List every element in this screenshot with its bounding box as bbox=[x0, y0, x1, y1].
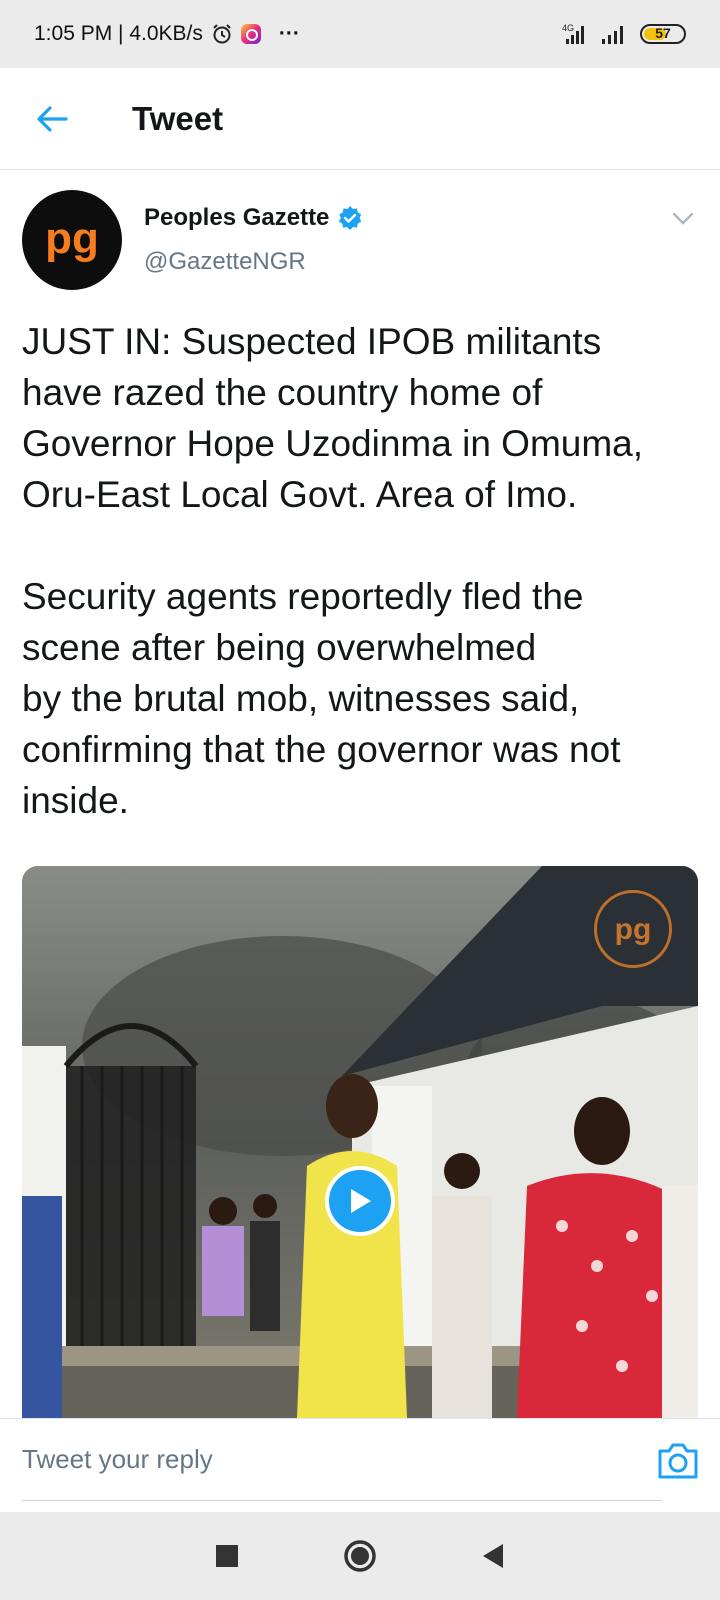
instagram-icon bbox=[240, 24, 261, 44]
author-name[interactable]: Peoples Gazette bbox=[144, 204, 329, 232]
system-navigation-bar bbox=[0, 1512, 720, 1600]
tweet-paragraph-1: JUST IN: Suspected IPOB militants have r… bbox=[22, 321, 644, 515]
tweet-author: pg Peoples Gazette @GazetteNGR bbox=[22, 190, 698, 290]
triangle-back-icon bbox=[483, 1544, 504, 1568]
camera-icon bbox=[658, 1443, 698, 1479]
status-left: 1:05 PM | 4.0KB/s ··· bbox=[34, 22, 556, 46]
video-watermark: pg bbox=[594, 890, 672, 968]
tweet-video[interactable]: pg bbox=[22, 866, 698, 1418]
chevron-down-icon bbox=[672, 212, 694, 225]
verified-badge-icon bbox=[339, 206, 362, 230]
svg-text:pg: pg bbox=[45, 214, 99, 263]
status-bar: 1:05 PM | 4.0KB/s ··· 4G 57 bbox=[0, 0, 720, 68]
page-title: Tweet bbox=[132, 99, 224, 137]
back-arrow-icon bbox=[37, 105, 68, 132]
tweet-options-button[interactable] bbox=[668, 204, 698, 234]
signal-4g-icon: 4G bbox=[556, 22, 590, 46]
camera-button[interactable] bbox=[656, 1441, 700, 1481]
play-button[interactable] bbox=[325, 1166, 395, 1236]
battery-icon: 57 bbox=[640, 24, 686, 44]
reply-input[interactable]: Tweet your reply bbox=[22, 1419, 662, 1501]
status-time: 1:05 PM | 4.0KB/s bbox=[34, 22, 203, 45]
author-handle[interactable]: @GazetteNGR bbox=[144, 248, 363, 276]
status-right: 4G 57 bbox=[556, 22, 686, 46]
signal-icon bbox=[600, 22, 630, 46]
peoples-gazette-logo: pg bbox=[45, 214, 99, 263]
recents-button[interactable] bbox=[205, 1534, 249, 1578]
author-info: Peoples Gazette @GazetteNGR bbox=[144, 190, 363, 290]
video-thumbnail bbox=[22, 866, 698, 1418]
svg-text:pg: pg bbox=[615, 913, 652, 946]
back-button[interactable] bbox=[22, 89, 82, 149]
battery-level: 57 bbox=[655, 25, 671, 41]
author-name-row: Peoples Gazette bbox=[144, 204, 363, 232]
tweet-text: JUST IN: Suspected IPOB militants have r… bbox=[22, 316, 706, 826]
more-notifications-icon: ··· bbox=[278, 22, 300, 45]
avatar[interactable]: pg bbox=[22, 190, 122, 290]
alarm-icon bbox=[211, 23, 233, 45]
play-icon bbox=[351, 1189, 371, 1213]
home-button[interactable] bbox=[338, 1534, 382, 1578]
network-type-label: 4G bbox=[562, 23, 574, 33]
top-app-bar: Tweet bbox=[0, 68, 720, 170]
home-circle-icon bbox=[344, 1540, 376, 1572]
square-icon bbox=[215, 1545, 238, 1567]
back-nav-button[interactable] bbox=[471, 1534, 515, 1578]
tweet-paragraph-2: Security agents reportedly fled the scen… bbox=[22, 576, 621, 821]
reply-bar: Tweet your reply bbox=[0, 1418, 720, 1512]
